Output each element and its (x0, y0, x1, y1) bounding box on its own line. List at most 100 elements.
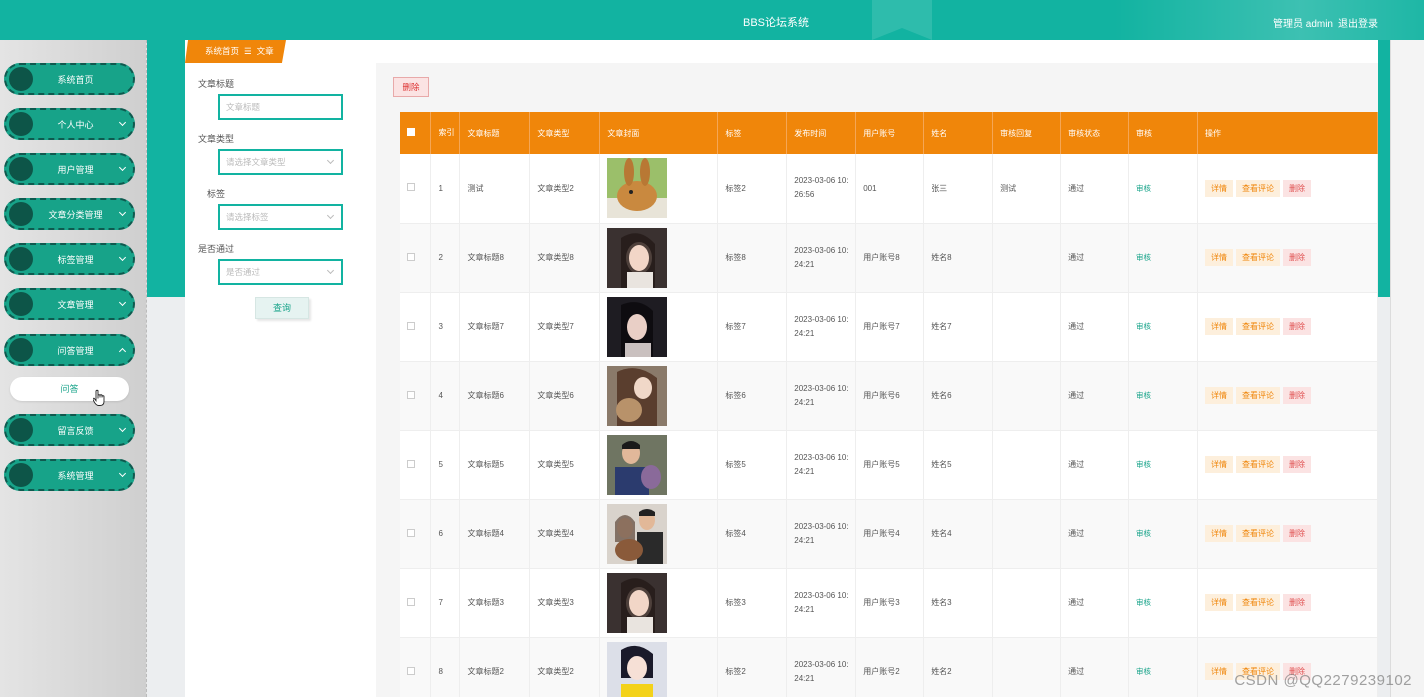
detail-button[interactable]: 详情 (1205, 249, 1233, 266)
detail-button[interactable]: 详情 (1205, 179, 1233, 197)
row-checkbox[interactable] (407, 321, 415, 330)
row-delete-button[interactable]: 删除 (1283, 179, 1311, 197)
pass-field-label: 是否通过 (198, 244, 235, 254)
sidebar-item-qa-management[interactable]: 问答管理 (4, 334, 135, 366)
cell-name: 张三 (923, 154, 994, 224)
cell-reply (992, 223, 1062, 293)
detail-button[interactable]: 详情 (1205, 663, 1233, 680)
row-select-cell[interactable] (400, 499, 432, 569)
cell-actions: 详情 查看评论 删除 (1197, 154, 1378, 224)
row-select-cell[interactable] (400, 223, 432, 293)
logout-link[interactable]: 退出登录 (1338, 15, 1378, 30)
sidebar-item-article-management[interactable]: 文章管理 (4, 288, 135, 320)
view-comments-button[interactable]: 查看评论 (1236, 249, 1280, 266)
detail-button[interactable]: 详情 (1205, 525, 1233, 542)
row-select-cell[interactable] (400, 154, 432, 224)
row-delete-button[interactable]: 删除 (1283, 318, 1311, 335)
sidebar-item-user-management[interactable]: 用户管理 (4, 153, 135, 185)
audit-link[interactable]: 审核 (1136, 391, 1151, 400)
sidebar-item-feedback[interactable]: 留言反馈 (4, 414, 135, 446)
menu-dot-icon (9, 463, 33, 487)
cell-time-text: 2023-03-06 10:24:21 (794, 590, 849, 614)
title-search-input[interactable]: 文章标题 (218, 94, 343, 120)
sidebar-item-tag-management[interactable]: 标签管理 (4, 243, 135, 275)
cell-cover (599, 361, 719, 431)
audit-link[interactable]: 审核 (1136, 667, 1151, 676)
sidebar: 系统首页 个人中心 用户管理 文章分类管理 标签管理 文章管理 问答管理 问答 … (0, 40, 147, 697)
cover-image (607, 434, 717, 495)
cell-time: 2023-03-06 10:24:21 (786, 361, 857, 431)
sidebar-item-label: 用户管理 (57, 165, 94, 175)
row-checkbox[interactable] (407, 390, 415, 399)
app-title: BBS论坛系统 (742, 17, 809, 29)
view-comments-button[interactable]: 查看评论 (1236, 387, 1280, 404)
row-checkbox[interactable] (407, 666, 415, 675)
cell-status: 通过 (1060, 292, 1130, 362)
cell-type: 文章类型4 (529, 499, 601, 569)
cell-index: 4 (430, 361, 461, 431)
bulk-delete-button[interactable]: 删除 (393, 77, 429, 97)
cell-name: 姓名4 (923, 499, 994, 569)
detail-button[interactable]: 详情 (1205, 387, 1233, 404)
row-delete-button[interactable]: 删除 (1283, 249, 1311, 266)
detail-button[interactable]: 详情 (1205, 456, 1233, 473)
breadcrumb-home[interactable]: 系统首页 (205, 40, 239, 63)
audit-link[interactable]: 审核 (1136, 460, 1151, 469)
tag-select[interactable]: 请选择标签 (218, 204, 343, 230)
row-checkbox[interactable] (407, 459, 415, 468)
cell-time-text: 2023-03-06 10:24:21 (794, 314, 849, 338)
cell-actions: 详情 查看评论 删除 (1197, 568, 1378, 638)
row-checkbox[interactable] (407, 528, 415, 537)
row-select-cell[interactable] (400, 637, 432, 697)
audit-link[interactable]: 审核 (1136, 598, 1151, 607)
view-comments-button[interactable]: 查看评论 (1236, 525, 1280, 542)
sidebar-item-label: 问答管理 (57, 346, 94, 356)
sidebar-item-label: 系统管理 (57, 471, 94, 481)
audit-link[interactable]: 审核 (1136, 253, 1151, 262)
cover-image (607, 158, 717, 219)
view-comments-button[interactable]: 查看评论 (1236, 179, 1280, 197)
cell-time-text: 2023-03-06 10:26:56 (794, 176, 849, 200)
audit-link[interactable]: 审核 (1136, 184, 1151, 193)
select-all-checkbox[interactable] (407, 128, 415, 136)
row-delete-button[interactable]: 删除 (1283, 594, 1311, 611)
row-checkbox[interactable] (407, 252, 415, 261)
detail-button[interactable]: 详情 (1205, 594, 1233, 611)
pass-select[interactable]: 是否通过 (218, 259, 343, 285)
row-delete-button[interactable]: 删除 (1283, 456, 1311, 473)
cell-title: 文章标题5 (459, 430, 531, 500)
hand-cursor-icon (93, 389, 105, 406)
row-checkbox[interactable] (407, 183, 415, 192)
sidebar-item-system-management[interactable]: 系统管理 (4, 459, 135, 491)
view-comments-button[interactable]: 查看评论 (1236, 594, 1280, 611)
sidebar-item-home[interactable]: 系统首页 (4, 63, 135, 95)
row-select-cell[interactable] (400, 568, 432, 638)
view-comments-button[interactable]: 查看评论 (1236, 318, 1280, 335)
type-select[interactable]: 请选择文章类型 (218, 149, 343, 175)
row-select-cell[interactable] (400, 292, 432, 362)
query-button[interactable]: 查询 (255, 297, 309, 319)
sidebar-item-label: 系统首页 (57, 75, 94, 85)
page-scrollbar[interactable] (1390, 40, 1424, 697)
sidebar-item-article-category[interactable]: 文章分类管理 (4, 198, 135, 230)
cell-time: 2023-03-06 10:24:21 (786, 499, 857, 569)
row-checkbox[interactable] (407, 597, 415, 606)
cell-reply (992, 499, 1062, 569)
detail-button[interactable]: 详情 (1205, 318, 1233, 335)
col-type: 文章类型 (529, 112, 601, 154)
audit-link[interactable]: 审核 (1136, 322, 1151, 331)
cell-reply (992, 430, 1062, 500)
audit-link[interactable]: 审核 (1136, 529, 1151, 538)
row-select-cell[interactable] (400, 361, 432, 431)
row-select-cell[interactable] (400, 430, 432, 500)
cell-status: 通过 (1060, 430, 1130, 500)
sidebar-item-personal-center[interactable]: 个人中心 (4, 108, 135, 140)
select-all-header[interactable] (400, 112, 432, 154)
row-delete-button[interactable]: 删除 (1283, 387, 1311, 404)
cell-tag: 标签3 (717, 568, 788, 638)
view-comments-button[interactable]: 查看评论 (1236, 456, 1280, 473)
row-delete-button[interactable]: 删除 (1283, 525, 1311, 542)
sidebar-subitem-qa[interactable]: 问答 (10, 377, 129, 401)
table-area: 删除 索引 文章标题 文章类型 文章封面 标签 发布时间 用户账号 姓名 审核回… (376, 63, 1378, 697)
table-row: 2 文章标题8 文章类型8 标签8 2023-03-06 10:24:21 用户账号8 姓名… (400, 223, 1378, 293)
